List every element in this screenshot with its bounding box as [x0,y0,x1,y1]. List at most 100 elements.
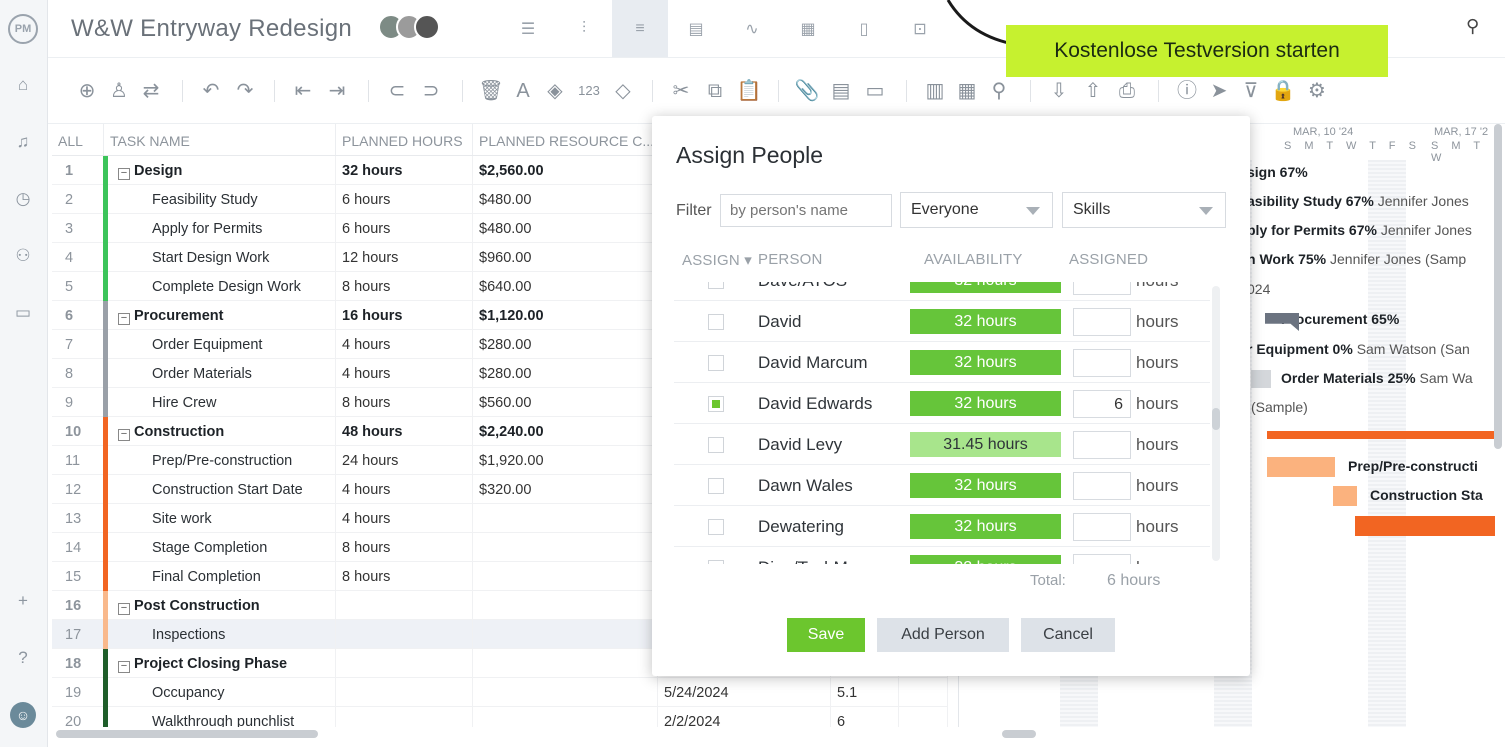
gantt-horizontal-scrollbar[interactable] [1002,730,1036,738]
board-view-icon[interactable]: ⫶ [556,0,612,57]
assign-checkbox[interactable] [708,355,724,371]
task-name[interactable]: Procurement [134,308,223,324]
copy-icon[interactable]: ⧉ [702,78,728,104]
planned-hours-cell[interactable]: 8 hours [336,533,473,561]
task-name[interactable]: Construction [134,424,224,440]
assign-checkbox[interactable] [708,437,724,453]
add-task-icon[interactable]: ⊕ [74,78,100,104]
task-name-cell[interactable]: Apply for Permits [104,214,336,242]
undo-icon[interactable]: ↶ [198,78,224,104]
team-avatars[interactable] [378,14,440,42]
task-name[interactable]: Occupancy [110,685,225,701]
planned-cost-cell[interactable]: $480.00 [473,185,658,213]
assign-checkbox[interactable] [708,478,724,494]
task-name[interactable]: Construction Start Date [110,482,303,498]
task-name-cell[interactable]: − Construction [104,417,336,445]
planned-cost-cell[interactable]: $320.00 [473,475,658,503]
collapse-icon[interactable]: − [118,168,130,180]
help-icon[interactable]: ? [12,647,34,669]
planned-cost-cell[interactable]: $640.00 [473,272,658,300]
task-name[interactable]: Walkthrough punchlist [110,714,294,727]
task-name-cell[interactable]: Complete Design Work [104,272,336,300]
assigned-hours-input[interactable] [1073,282,1131,295]
task-name[interactable]: Design [134,163,182,179]
task-name-cell[interactable]: Stage Completion [104,533,336,561]
task-name[interactable]: Inspections [110,627,225,643]
planned-cost-cell[interactable]: $280.00 [473,330,658,358]
task-name[interactable]: Post Construction [134,598,260,614]
fill-color-icon[interactable]: ◈ [542,78,568,104]
import-icon[interactable]: ⇩ [1046,78,1072,104]
add-icon[interactable]: + [12,590,34,612]
column-availability[interactable]: AVAILABILITY [924,251,1023,268]
lock-icon[interactable]: 🔒 [1270,78,1296,104]
date-cell[interactable]: 5/24/2024 [658,678,831,706]
task-name-cell[interactable]: Feasibility Study [104,185,336,213]
planned-hours-cell[interactable]: 6 hours [336,214,473,242]
task-name-cell[interactable]: Site work [104,504,336,532]
planned-cost-cell[interactable]: $280.00 [473,359,658,387]
person-row[interactable]: Dewatering 32 hours hours [674,506,1210,547]
dashboard-view-icon[interactable]: ∿ [724,0,780,57]
gantt-task-bar[interactable] [1333,486,1357,506]
columns-icon[interactable]: ▥ [922,78,948,104]
task-name[interactable]: Final Completion [110,569,261,585]
task-name[interactable]: Site work [110,511,212,527]
person-row[interactable]: David 32 hours hours [674,301,1210,342]
send-icon[interactable]: ➤ [1206,78,1232,104]
planned-cost-cell[interactable] [473,504,658,532]
assign-checkbox[interactable] [708,519,724,535]
planned-hours-cell[interactable]: 12 hours [336,243,473,271]
comment-icon[interactable]: ▭ [862,78,888,104]
assigned-hours-input[interactable] [1073,554,1131,564]
task-name-cell[interactable]: − Project Closing Phase [104,649,336,677]
text-color-icon[interactable]: A [510,78,536,104]
task-name-cell[interactable]: − Post Construction [104,591,336,619]
grid-horizontal-scrollbar[interactable] [56,730,318,738]
planned-cost-cell[interactable]: $1,120.00 [473,301,658,329]
filter-icon[interactable]: ⊽ [1238,78,1264,104]
notes-icon[interactable]: ▤ [828,78,854,104]
group-select[interactable]: Everyone [900,192,1053,228]
planned-cost-cell[interactable] [473,533,658,561]
settings-icon[interactable]: ⚙ [1304,78,1330,104]
column-task-name[interactable]: TASK NAME [104,124,336,155]
person-row[interactable]: David Edwards 32 hours 6 hours [674,383,1210,424]
column-assign[interactable]: ASSIGN ▾ [682,251,752,269]
gantt-task-bar[interactable] [1251,370,1271,388]
task-name[interactable]: Hire Crew [110,395,216,411]
collapse-icon[interactable]: − [118,313,130,325]
list-view-icon[interactable]: ☰ [500,0,556,57]
person-filter-input[interactable] [720,194,892,227]
duration-cell[interactable]: 5.1 [831,678,899,706]
column-planned-resource-cost[interactable]: PLANNED RESOURCE C... [473,124,658,155]
assign-checkbox[interactable] [708,314,724,330]
duration-cell[interactable]: 6 [831,707,899,727]
task-name[interactable]: Stage Completion [110,540,267,556]
task-name-cell[interactable]: Final Completion [104,562,336,590]
number-format-icon[interactable]: 123 [576,78,602,104]
task-name-cell[interactable]: Prep/Pre-construction [104,446,336,474]
planned-hours-cell[interactable]: 4 hours [336,330,473,358]
person-row[interactable]: Dawn Wales 32 hours hours [674,465,1210,506]
people-icon[interactable]: ⚇ [12,245,34,267]
task-name[interactable]: Prep/Pre-construction [110,453,292,469]
person-row[interactable]: David Levy 31.45 hours hours [674,424,1210,465]
planned-hours-cell[interactable]: 4 hours [336,359,473,387]
pm-logo[interactable]: PM [8,14,38,44]
collapse-icon[interactable]: − [118,429,130,441]
planned-cost-cell[interactable] [473,707,658,727]
milestone-icon[interactable]: ◇ [610,78,636,104]
files-view-icon[interactable]: ▯ [836,0,892,57]
briefcase-icon[interactable]: ▭ [12,302,34,324]
clock-icon[interactable]: ◷ [12,188,34,210]
task-name[interactable]: Order Materials [110,366,252,382]
task-name[interactable]: Feasibility Study [110,192,258,208]
planned-cost-cell[interactable] [473,591,658,619]
planned-hours-cell[interactable] [336,707,473,727]
planned-hours-cell[interactable]: 8 hours [336,388,473,416]
assign-checkbox[interactable] [708,282,724,289]
table-row[interactable]: 20 Walkthrough punchlist 2/2/2024 6 [52,707,948,727]
zoom-icon[interactable]: ⚲ [986,78,1012,104]
assigned-hours-input[interactable]: 6 [1073,390,1131,418]
